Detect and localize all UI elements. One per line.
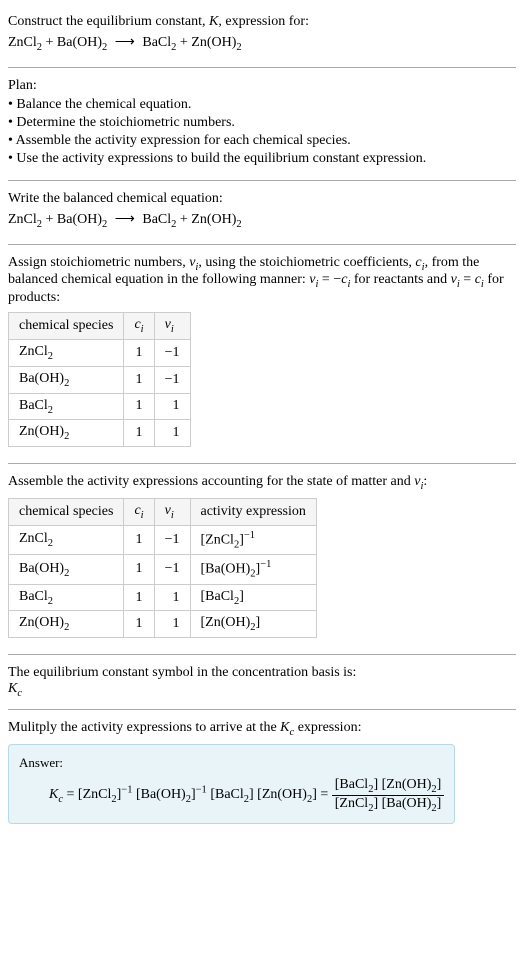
table-header: chemical species [9, 498, 124, 525]
multiply-section: Mulitply the activity expressions to arr… [8, 714, 516, 836]
table-row: Zn(OH)2 1 1 [Zn(OH)2] [9, 611, 317, 638]
activity-table: chemical species ci νi activity expressi… [8, 498, 317, 638]
activity-cell: [Ba(OH)2]−1 [190, 555, 316, 584]
vi-cell: 1 [154, 393, 190, 420]
ci-cell: 1 [124, 555, 154, 584]
plan-section: Plan: • Balance the chemical equation. •… [8, 72, 516, 176]
title-suffix: , expression for: [218, 14, 309, 29]
table-header: νi [154, 313, 190, 340]
assign-text: Assign stoichiometric numbers, νi, using… [8, 255, 516, 307]
answer-fraction: [BaCl2] [Zn(OH)2][ZnCl2] [Ba(OH)2] [332, 777, 445, 814]
divider [8, 654, 516, 655]
title-prefix: Construct the equilibrium constant, [8, 14, 209, 29]
vi-cell: 1 [154, 584, 190, 611]
species-cell: Ba(OH)2 [9, 555, 124, 584]
plan-item: • Balance the chemical equation. [8, 96, 516, 114]
vi-cell: −1 [154, 555, 190, 584]
table-header: ci [124, 313, 154, 340]
table-row: BaCl2 1 1 [9, 393, 191, 420]
activity-section: Assemble the activity expressions accoun… [8, 468, 516, 650]
ci-cell: 1 [124, 366, 154, 393]
table-header: chemical species [9, 313, 124, 340]
stoichiometric-table: chemical species ci νi ZnCl2 1 −1 Ba(OH)… [8, 312, 191, 447]
vi-cell: 1 [154, 420, 190, 447]
balanced-section: Write the balanced chemical equation: Zn… [8, 185, 516, 240]
answer-label: Answer: [19, 755, 444, 771]
activity-cell: [BaCl2] [190, 584, 316, 611]
divider [8, 244, 516, 245]
symbol-text: The equilibrium constant symbol in the c… [8, 665, 516, 681]
species-cell: ZnCl2 [9, 339, 124, 366]
table-row: BaCl2 1 1 [BaCl2] [9, 584, 317, 611]
table-row: ZnCl2 1 −1 [9, 339, 191, 366]
activity-text: Assemble the activity expressions accoun… [8, 474, 516, 492]
title-k: K [209, 14, 218, 29]
answer-box: Answer: Kc = [ZnCl2]−1 [Ba(OH)2]−1 [BaCl… [8, 744, 455, 825]
species-cell: Zn(OH)2 [9, 420, 124, 447]
plan-list: • Balance the chemical equation. • Deter… [8, 94, 516, 170]
divider [8, 67, 516, 68]
table-row: Ba(OH)2 1 −1 [9, 366, 191, 393]
species-cell: Zn(OH)2 [9, 611, 124, 638]
multiply-text: Mulitply the activity expressions to arr… [8, 720, 516, 738]
vi-cell: 1 [154, 611, 190, 638]
activity-cell: [ZnCl2]−1 [190, 525, 316, 554]
table-row: Zn(OH)2 1 1 [9, 420, 191, 447]
table-row: ZnCl2 1 −1 [ZnCl2]−1 [9, 525, 317, 554]
symbol-section: The equilibrium constant symbol in the c… [8, 659, 516, 705]
ci-cell: 1 [124, 393, 154, 420]
species-cell: BaCl2 [9, 393, 124, 420]
species-cell: ZnCl2 [9, 525, 124, 554]
balanced-heading: Write the balanced chemical equation: [8, 191, 516, 207]
table-header: ci [124, 498, 154, 525]
fraction-numerator: [BaCl2] [Zn(OH)2] [332, 777, 445, 796]
activity-cell: [Zn(OH)2] [190, 611, 316, 638]
answer-lhs: Kc = [ZnCl2]−1 [Ba(OH)2]−1 [BaCl2] [Zn(O… [49, 787, 332, 802]
header-equation: ZnCl2 + Ba(OH)2 ⟶ BaCl2 + Zn(OH)2 [8, 30, 516, 57]
ci-cell: 1 [124, 611, 154, 638]
plan-item: • Assemble the activity expression for e… [8, 132, 516, 150]
divider [8, 180, 516, 181]
table-header: νi [154, 498, 190, 525]
ci-cell: 1 [124, 525, 154, 554]
plan-item: • Use the activity expressions to build … [8, 150, 516, 168]
vi-cell: −1 [154, 366, 190, 393]
plan-item: • Determine the stoichiometric numbers. [8, 114, 516, 132]
header-section: Construct the equilibrium constant, K, e… [8, 8, 516, 63]
ci-cell: 1 [124, 584, 154, 611]
ci-cell: 1 [124, 420, 154, 447]
table-header: activity expression [190, 498, 316, 525]
plan-heading: Plan: [8, 78, 516, 94]
table-header-row: chemical species ci νi [9, 313, 191, 340]
balanced-equation: ZnCl2 + Ba(OH)2 ⟶ BaCl2 + Zn(OH)2 [8, 207, 516, 234]
header-title: Construct the equilibrium constant, K, e… [8, 14, 516, 30]
answer-equation: Kc = [ZnCl2]−1 [Ba(OH)2]−1 [BaCl2] [Zn(O… [19, 777, 444, 814]
vi-cell: −1 [154, 339, 190, 366]
species-cell: Ba(OH)2 [9, 366, 124, 393]
vi-cell: −1 [154, 525, 190, 554]
table-header-row: chemical species ci νi activity expressi… [9, 498, 317, 525]
species-cell: BaCl2 [9, 584, 124, 611]
divider [8, 709, 516, 710]
kc-symbol: Kc [8, 681, 516, 699]
ci-cell: 1 [124, 339, 154, 366]
table-row: Ba(OH)2 1 −1 [Ba(OH)2]−1 [9, 555, 317, 584]
fraction-denominator: [ZnCl2] [Ba(OH)2] [332, 796, 445, 814]
assign-section: Assign stoichiometric numbers, νi, using… [8, 249, 516, 460]
divider [8, 463, 516, 464]
